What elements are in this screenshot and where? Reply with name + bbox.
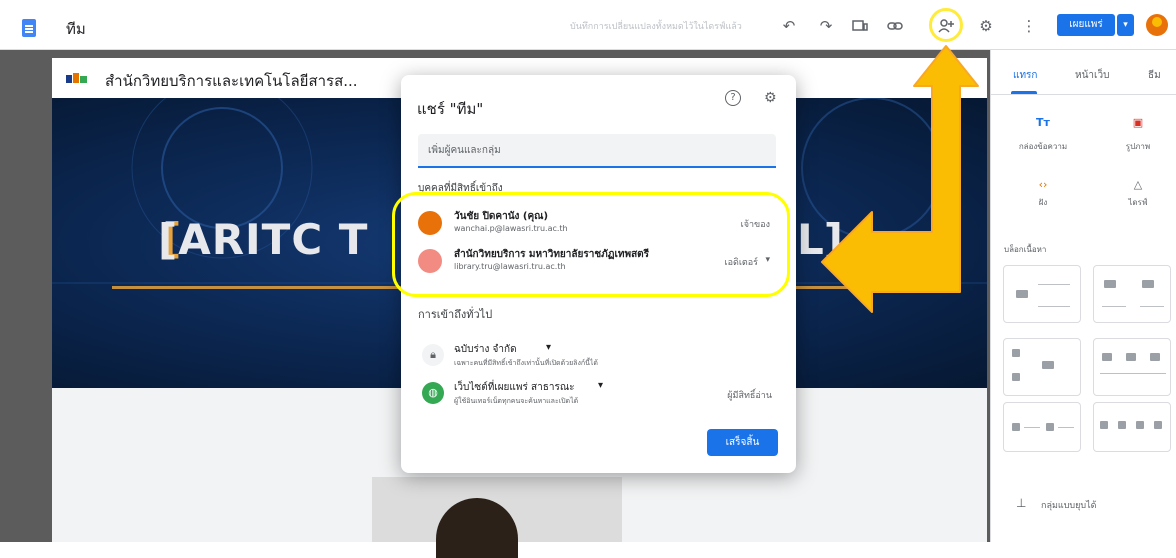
add-people-input[interactable] [418, 134, 776, 168]
save-status: บันทึกการเปลี่ยนแปลงทั้งหมดไว้ในไดรฟ์แล้… [570, 22, 742, 32]
more-icon[interactable]: ⋮ [1020, 17, 1038, 35]
drive-label[interactable]: ไดรฟ์ [1108, 196, 1168, 209]
layout-tile-5[interactable] [1003, 402, 1081, 452]
text-box-label[interactable]: กล่องข้อความ [1013, 140, 1073, 153]
gear-icon[interactable]: ⚙ [764, 90, 777, 106]
divider [990, 94, 1176, 95]
embed-icon[interactable]: ‹› [1028, 178, 1058, 191]
layout-tile-4[interactable] [1093, 338, 1171, 396]
banner-heading-left: [ARITC T [158, 215, 369, 264]
aritc-logo-icon [66, 70, 88, 83]
general-access-heading: การเข้าถึงทั่วไป [418, 308, 493, 321]
preview-icon[interactable] [851, 17, 869, 35]
layout-tile-1[interactable] [1003, 265, 1081, 323]
layout-tile-2[interactable] [1093, 265, 1171, 323]
globe-icon: ◍ [422, 382, 444, 404]
settings-icon[interactable]: ⚙ [977, 17, 995, 35]
image-icon[interactable]: ▣ [1123, 116, 1153, 129]
done-button[interactable]: เสร็จสิ้น [707, 429, 778, 456]
tab-insert[interactable]: แทรก [1013, 68, 1037, 83]
published-access-dropdown[interactable]: เว็บไซต์ที่เผยแพร่ สาธารณะ [454, 380, 574, 395]
draft-access-description: เฉพาะคนที่มีสิทธิ์เข้าถึงเท่านั้นที่เปิด… [454, 359, 598, 367]
image-label[interactable]: รูปภาพ [1108, 140, 1168, 153]
undo-icon[interactable]: ↶ [780, 17, 798, 35]
people-highlight-outline [392, 192, 790, 297]
embed-label[interactable]: ฝัง [1013, 196, 1073, 209]
draft-access-dropdown[interactable]: ฉบับร่าง จำกัด [454, 342, 517, 357]
collapsible-group-icon[interactable]: ⊥ [1016, 496, 1026, 510]
text-box-icon[interactable]: Tт [1028, 116, 1058, 129]
redo-icon[interactable]: ↷ [817, 17, 835, 35]
top-bar: ทีม บันทึกการเปลี่ยนแปลงทั้งหมดไว้ในไดรฟ… [0, 0, 1176, 50]
publish-dropdown-button[interactable]: ▾ [1117, 14, 1134, 36]
link-icon[interactable] [886, 17, 904, 35]
share-highlight-circle [929, 8, 963, 42]
tab-pages[interactable]: หน้าเว็บ [1075, 68, 1109, 83]
site-title[interactable]: ทีม [66, 17, 86, 41]
layout-tile-3[interactable] [1003, 338, 1081, 396]
banner-heading-right: L] [797, 215, 843, 264]
published-access-description: ผู้ใช้อินเทอร์เน็ตทุกคนจะค้นหาและเปิดได้ [454, 397, 579, 405]
tab-themes[interactable]: ธีม [1148, 68, 1161, 83]
dialog-title: แชร์ "ทีม" [417, 100, 484, 118]
publish-button[interactable]: เผยแพร่ [1057, 14, 1115, 36]
avatar[interactable] [1146, 14, 1168, 36]
viewer-role: ผู้มีสิทธิ์อ่าน [727, 391, 772, 401]
access-row-published: ◍ เว็บไซต์ที่เผยแพร่ สาธารณะ ▾ ผู้ใช้อิน… [418, 378, 778, 412]
layout-tile-6[interactable] [1093, 402, 1171, 452]
access-row-draft: 🔒︎ ฉบับร่าง จำกัด ▾ เฉพาะคนที่มีสิทธิ์เข… [418, 340, 778, 374]
collapsible-group-label[interactable]: กลุ่มแบบยุบได้ [1041, 498, 1096, 512]
lock-icon: 🔒︎ [422, 344, 444, 366]
help-icon[interactable]: ? [725, 90, 741, 106]
sites-logo-icon[interactable] [22, 19, 36, 37]
chevron-down-icon[interactable]: ▾ [598, 380, 603, 391]
drive-icon[interactable]: △ [1123, 178, 1153, 191]
page-org-title[interactable]: สำนักวิทยบริการและเทคโนโลยีสารส... [105, 69, 358, 93]
chevron-down-icon[interactable]: ▾ [546, 342, 551, 353]
content-blocks-label: บล็อกเนื้อหา [1004, 245, 1047, 254]
